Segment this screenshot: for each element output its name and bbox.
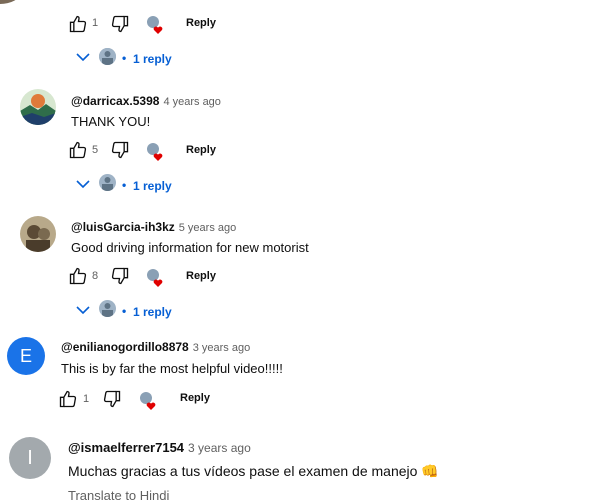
view-replies-link[interactable]: 1 reply [133,179,172,193]
comment-text: Muchas gracias a tus vídeos pase el exam… [68,463,418,479]
comment-text: Good driving information for new motoris… [71,240,309,255]
reply-avatar [99,48,116,65]
reply-avatar [99,300,116,317]
view-replies-link[interactable]: 1 reply [133,305,172,319]
fist-emoji: 👊 [421,463,439,479]
thumbs-down-icon[interactable] [110,140,130,160]
comment-text: This is by far the most helpful video!!!… [61,361,283,376]
view-replies-link[interactable]: 1 reply [133,52,172,66]
thumbs-up-icon[interactable] [68,266,88,286]
comment-timestamp[interactable]: 3 years ago [193,342,250,354]
reply-button[interactable]: Reply [186,17,216,29]
reply-button[interactable]: Reply [186,144,216,156]
chevron-down-icon[interactable] [76,305,90,315]
thumbs-down-icon[interactable] [102,389,122,409]
comment-text: THANK YOU! [71,114,151,129]
avatar[interactable]: E [7,337,45,375]
creator-heart-icon [146,15,166,40]
comment-author[interactable]: @ismaelferrer7154 [68,440,184,455]
translate-link[interactable]: Translate to Hindi [68,488,169,503]
avatar[interactable] [20,89,56,125]
comment-timestamp[interactable]: 4 years ago [163,96,220,108]
thumbs-down-icon[interactable] [110,14,130,34]
reply-avatar [99,174,116,191]
avatar-letter: I [27,446,33,469]
like-count: 1 [92,17,99,29]
comment-author[interactable]: @darricax.5398 [71,94,159,108]
avatar[interactable] [20,216,56,252]
comment-author[interactable]: @luisGarcia-ih3kz [71,220,175,234]
like-count: 5 [92,144,99,156]
thumbs-up-icon[interactable] [58,389,78,409]
chevron-down-icon[interactable] [76,179,90,189]
avatar[interactable] [0,0,20,4]
comment-timestamp[interactable]: 3 years ago [188,441,251,455]
creator-heart-icon [146,268,166,293]
creator-heart-icon [139,391,159,416]
like-count: 8 [92,270,99,282]
thumbs-down-icon[interactable] [110,266,130,286]
avatar-letter: E [19,345,32,366]
reply-button[interactable]: Reply [186,270,216,282]
thumbs-up-icon[interactable] [68,14,88,34]
like-count: 1 [83,393,90,405]
avatar[interactable]: I [9,437,51,479]
thumbs-up-icon[interactable] [68,140,88,160]
comment-author[interactable]: @enilianogordillo8878 [61,340,189,354]
reply-button[interactable]: Reply [180,392,210,404]
creator-heart-icon [146,142,166,167]
comment-timestamp[interactable]: 5 years ago [179,222,236,234]
chevron-down-icon[interactable] [76,52,90,62]
